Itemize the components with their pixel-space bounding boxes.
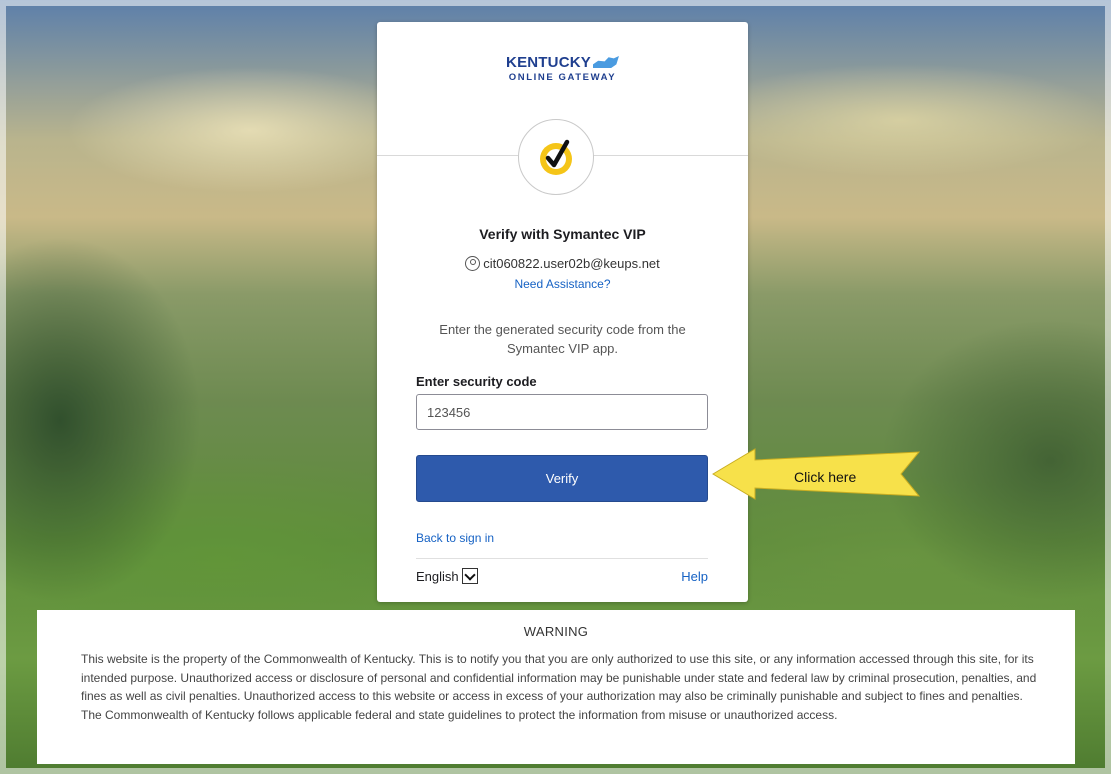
kentucky-logo: KENTUCKY ONLINE GATEWAY [377, 54, 748, 83]
help-link[interactable]: Help [681, 569, 708, 584]
symantec-vip-badge [518, 119, 594, 195]
language-label: English [416, 569, 459, 584]
warning-title: WARNING [523, 624, 589, 639]
username-row: cit060822.user02b@keups.net [377, 256, 748, 271]
need-assistance-link[interactable]: Need Assistance? [377, 277, 748, 291]
kentucky-map-icon [592, 56, 619, 68]
page-title: Verify with Symantec VIP [479, 226, 646, 242]
logo-line1: KENTUCKY [506, 54, 591, 71]
divider-right [593, 155, 748, 156]
language-selector[interactable]: English [416, 568, 478, 584]
security-code-input[interactable] [416, 394, 708, 430]
footer-divider [416, 558, 708, 559]
instructions-text: Enter the generated security code from t… [439, 322, 686, 356]
security-code-label: Enter security code [416, 374, 537, 389]
symantec-checkmark-icon [540, 139, 572, 175]
divider-left [377, 155, 518, 156]
chevron-down-icon[interactable] [461, 568, 478, 584]
warning-panel: WARNING This website is the property of … [37, 610, 1075, 764]
username-text: cit060822.user02b@keups.net [483, 256, 660, 271]
user-icon [465, 256, 481, 271]
logo-line2: ONLINE GATEWAY [508, 72, 617, 83]
verify-button[interactable]: Verify [416, 455, 708, 502]
back-to-sign-in-link[interactable]: Back to sign in [416, 531, 494, 545]
verify-card: KENTUCKY ONLINE GATEWAY Verify with Syma… [377, 22, 748, 602]
warning-body: This website is the property of the Comm… [81, 652, 1037, 722]
callout-text: Click here [794, 469, 857, 485]
